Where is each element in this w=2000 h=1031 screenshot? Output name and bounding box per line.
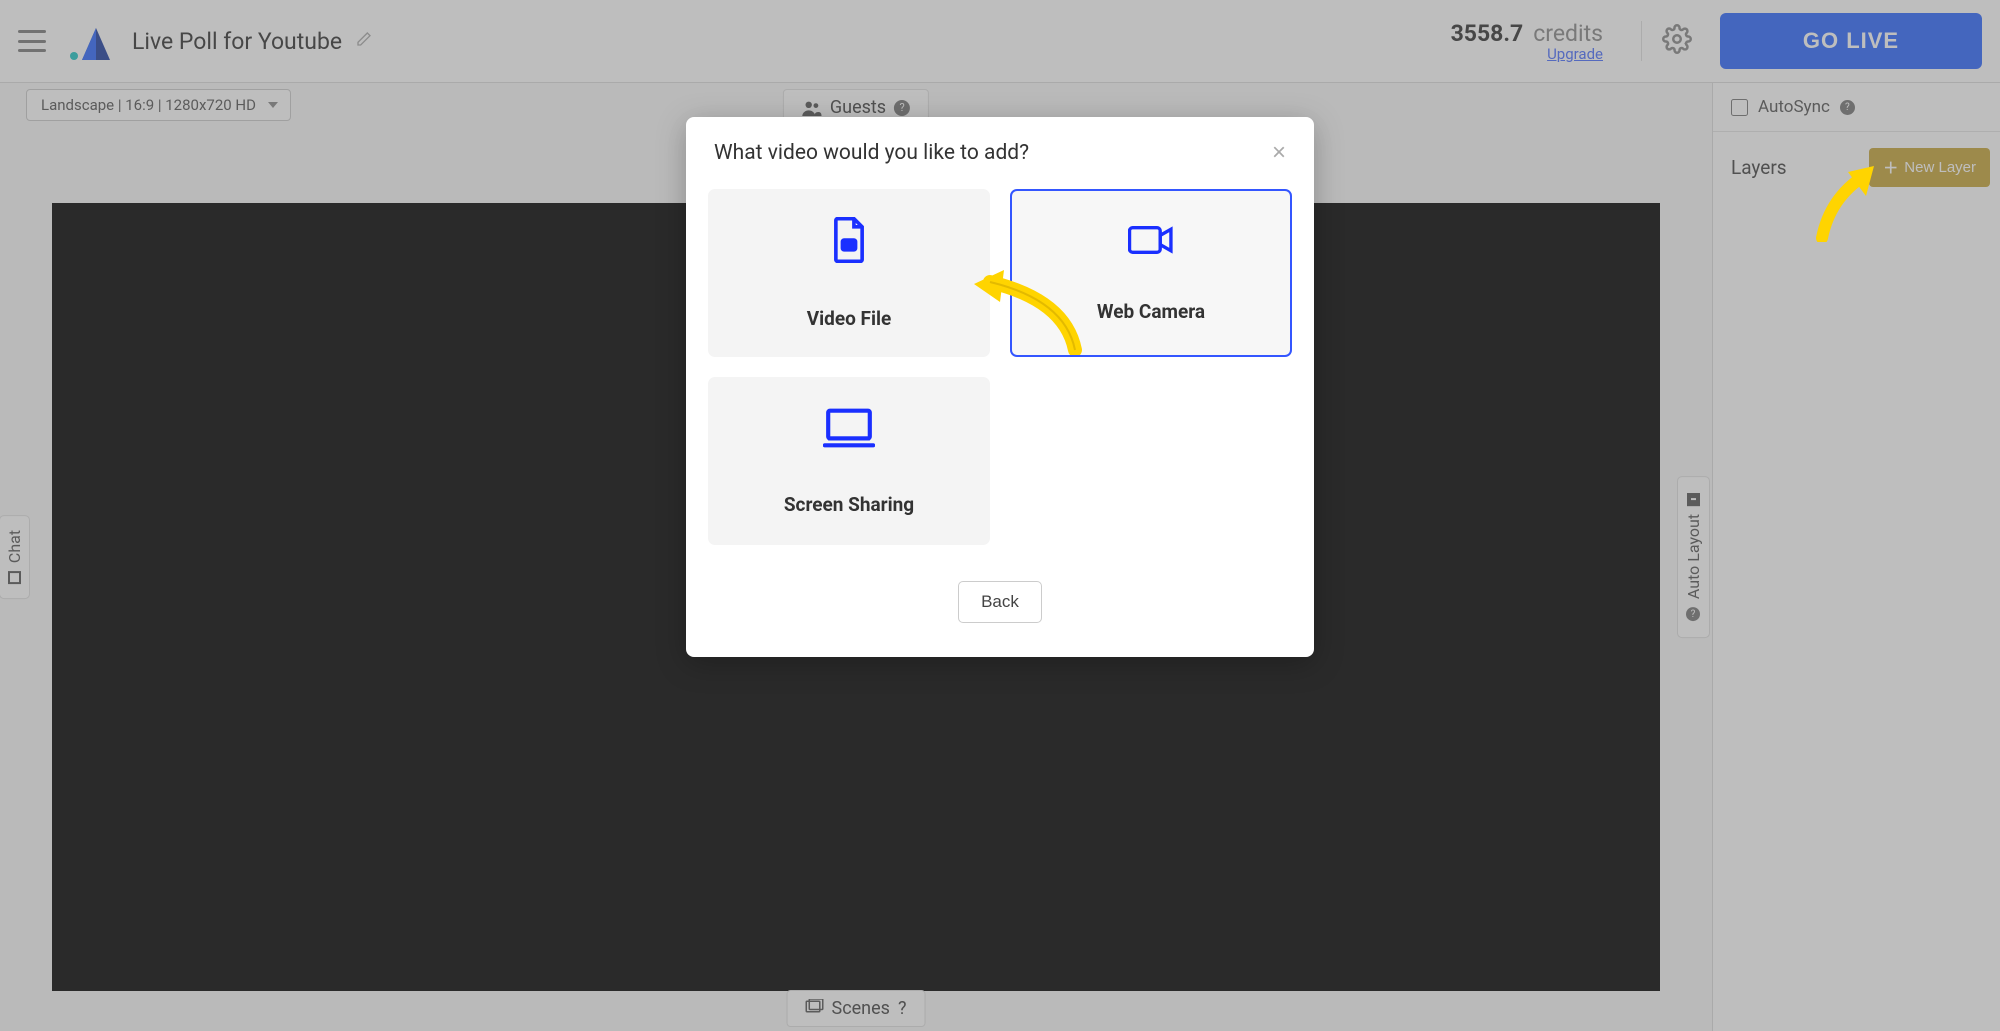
option-video-file[interactable]: Video File (708, 189, 990, 357)
back-button[interactable]: Back (958, 581, 1042, 623)
option-label: Screen Sharing (784, 493, 914, 516)
option-label: Video File (807, 307, 892, 330)
option-label: Web Camera (1097, 300, 1205, 323)
option-screen-sharing[interactable]: Screen Sharing (708, 377, 990, 545)
screen-sharing-icon (823, 407, 875, 453)
web-camera-icon (1128, 224, 1174, 260)
video-file-icon (829, 217, 869, 267)
close-icon[interactable]: × (1272, 141, 1286, 165)
modal-title: What video would you like to add? (714, 141, 1029, 165)
option-web-camera[interactable]: Web Camera (1010, 189, 1292, 357)
modal-overlay: What video would you like to add? × Vide… (0, 0, 2000, 1031)
add-video-modal: What video would you like to add? × Vide… (686, 117, 1314, 657)
